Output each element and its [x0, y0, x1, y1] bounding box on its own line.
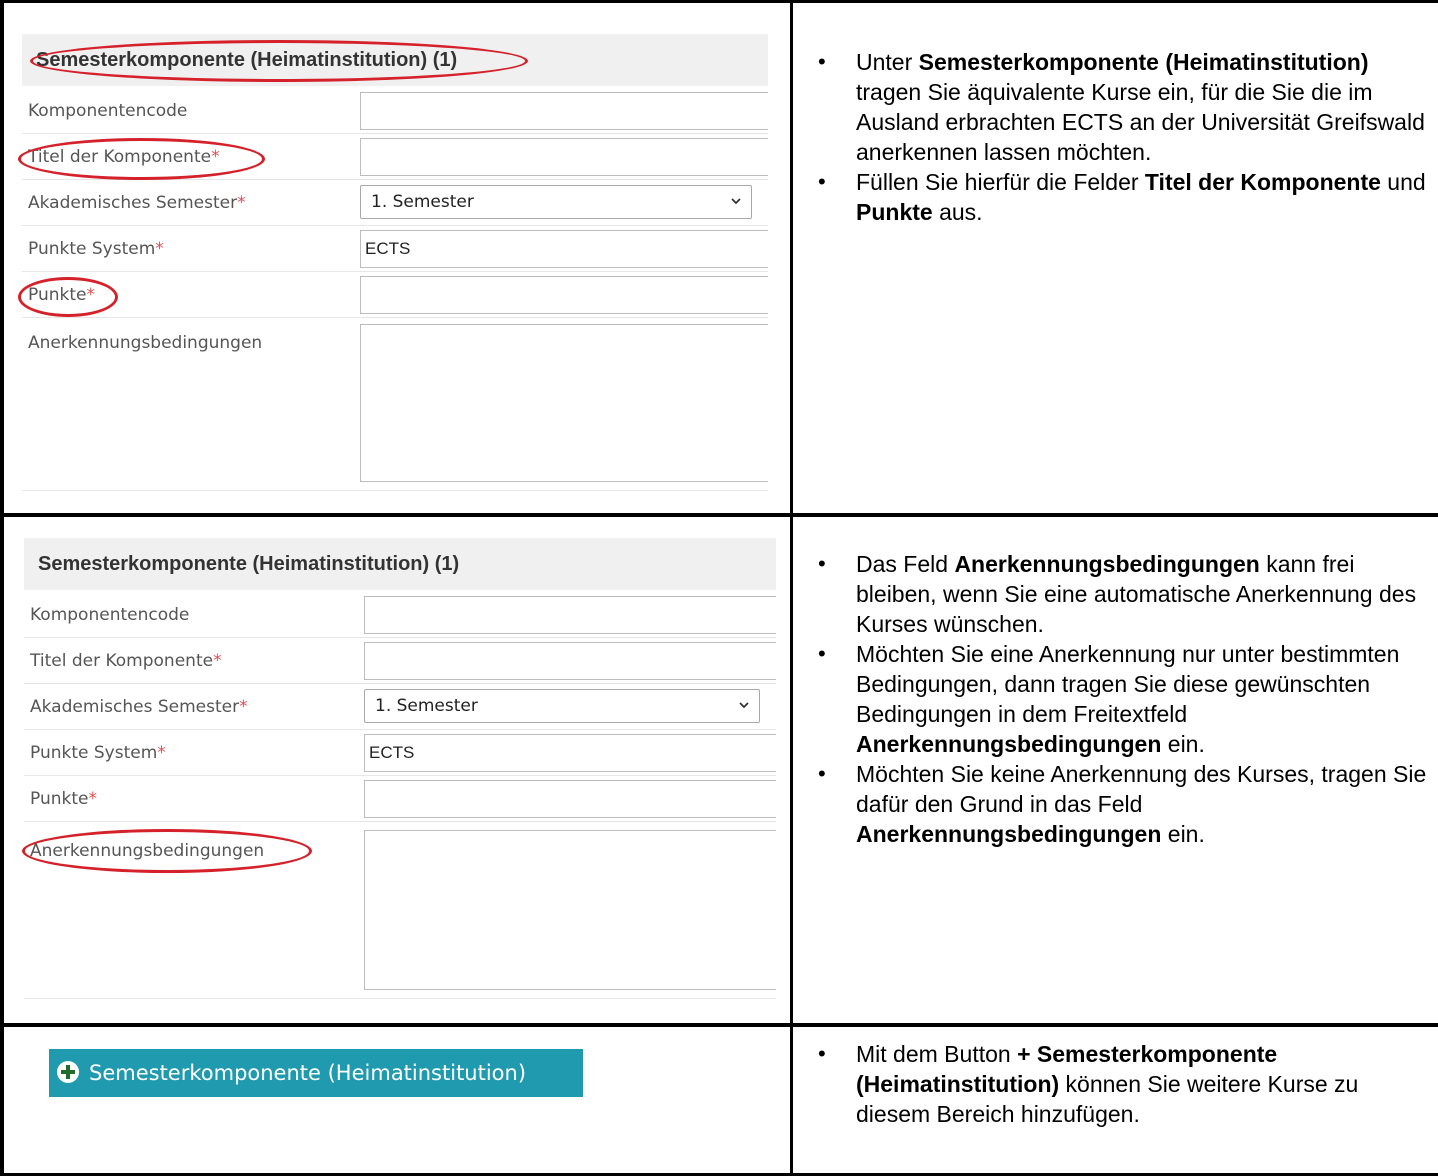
points-system-input[interactable]: ECTS — [364, 734, 776, 772]
table-border-top — [0, 0, 1438, 3]
field-label: Punkte System* — [28, 239, 164, 259]
highlight-circle-conditions — [22, 829, 312, 873]
semester-select-value: 1. Semester — [371, 192, 474, 212]
instruction-notes-1: Unter Semesterkomponente (Heimatinstitut… — [794, 47, 1434, 227]
field-label: Anerkennungsbedingungen — [28, 333, 263, 353]
points-system-value: ECTS — [369, 743, 415, 762]
bullet-item: Unter Semesterkomponente (Heimatinstitut… — [794, 47, 1434, 167]
form-row-code: Komponentencode — [24, 592, 776, 638]
semester-select-value: 1. Semester — [375, 696, 478, 716]
form-bottom-divider — [22, 490, 768, 491]
form-row-semester: Akademisches Semester* 1. Semester — [22, 180, 768, 226]
form-row-code: Komponentencode — [22, 88, 768, 134]
component-code-input[interactable] — [360, 92, 768, 130]
highlight-circle-title — [18, 138, 265, 180]
form-row-points: Punkte* — [24, 776, 776, 822]
component-title-input[interactable] — [364, 642, 776, 680]
instruction-notes-3: Mit dem Button + Semesterkomponente (Hei… — [794, 1039, 1434, 1129]
add-button-label: Semesterkomponente (Heimatinstitution) — [89, 1061, 527, 1085]
component-title-input[interactable] — [360, 138, 768, 176]
field-label: Punkte* — [30, 789, 97, 809]
form-row-system: Punkte System* ECTS — [24, 730, 776, 776]
table-border-left — [0, 0, 4, 1176]
table-row-divider — [0, 1023, 1438, 1027]
table-row-divider — [0, 513, 1438, 517]
points-input[interactable] — [364, 780, 776, 818]
form-screenshot-2: Semesterkomponente (Heimatinstitution) (… — [24, 538, 776, 1008]
form-screenshot-1: Semesterkomponente (Heimatinstitution) (… — [22, 34, 768, 494]
points-input[interactable] — [360, 276, 768, 314]
chevron-down-icon — [739, 702, 749, 709]
field-label: Akademisches Semester* — [28, 193, 246, 213]
add-semester-component-button[interactable]: Semesterkomponente (Heimatinstitution) — [49, 1049, 583, 1097]
bullet-item: Möchten Sie eine Anerkennung nur unter b… — [794, 639, 1434, 759]
semester-select[interactable]: 1. Semester — [364, 689, 760, 723]
field-label: Komponentencode — [30, 605, 190, 625]
component-code-input[interactable] — [364, 596, 776, 634]
form-row-title: Titel der Komponente* — [24, 638, 776, 684]
form-row-system: Punkte System* ECTS — [22, 226, 768, 272]
form-row-semester: Akademisches Semester* 1. Semester — [24, 684, 776, 730]
bullet-item: Mit dem Button + Semesterkomponente (Hei… — [794, 1039, 1434, 1129]
bullet-item: Möchten Sie keine Anerkennung des Kurses… — [794, 759, 1434, 849]
semester-select[interactable]: 1. Semester — [360, 185, 752, 219]
field-label: Komponentencode — [28, 101, 188, 121]
bullet-item: Das Feld Anerkennungsbedingungen kann fr… — [794, 549, 1434, 639]
bullet-item: Füllen Sie hierfür die Felder Titel der … — [794, 167, 1434, 227]
recognition-conditions-textarea[interactable] — [364, 830, 776, 990]
form-row-points: Punkte* — [22, 272, 768, 318]
form-header: Semesterkomponente (Heimatinstitution) (… — [24, 538, 776, 590]
points-system-input[interactable]: ECTS — [360, 230, 768, 268]
plus-circle-icon — [57, 1061, 79, 1083]
highlight-circle-header — [30, 40, 528, 82]
table-column-divider — [790, 0, 793, 1176]
recognition-conditions-textarea[interactable] — [360, 324, 768, 482]
instruction-notes-2: Das Feld Anerkennungsbedingungen kann fr… — [794, 549, 1434, 849]
points-system-value: ECTS — [365, 239, 411, 258]
highlight-circle-points — [18, 277, 118, 317]
field-label: Titel der Komponente* — [30, 651, 222, 671]
field-label: Akademisches Semester* — [30, 697, 248, 717]
field-label: Punkte System* — [30, 743, 166, 763]
chevron-down-icon — [731, 198, 741, 205]
form-bottom-divider — [24, 998, 776, 999]
